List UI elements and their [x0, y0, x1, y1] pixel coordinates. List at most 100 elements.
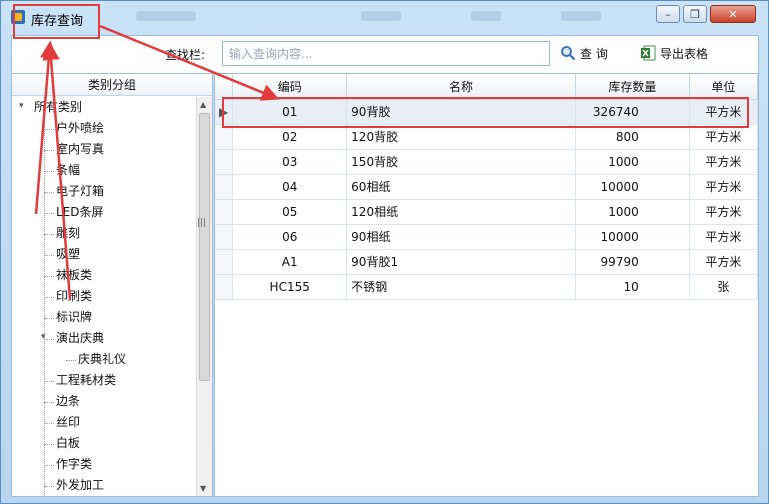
- tree-item-label: 庆典礼仪: [78, 352, 127, 366]
- tree-item[interactable]: 吸塑: [56, 244, 80, 265]
- tree-item[interactable]: 标识牌: [56, 307, 92, 328]
- cell-code[interactable]: 04: [232, 174, 348, 200]
- tree-item[interactable]: 工程耗材类: [56, 370, 116, 391]
- minimize-button[interactable]: –: [656, 5, 680, 23]
- tree-item[interactable]: 雕刻: [56, 223, 80, 244]
- scroll-thumb[interactable]: [199, 113, 210, 381]
- row-indicator-icon[interactable]: [215, 274, 234, 300]
- excel-icon: [641, 45, 656, 61]
- tree-connector: [44, 255, 54, 256]
- tree-item[interactable]: 边条: [56, 391, 80, 412]
- restore-button[interactable]: ❐: [683, 5, 707, 23]
- cell-qty[interactable]: 10000: [575, 174, 690, 200]
- tree-item[interactable]: 印刷类: [56, 286, 92, 307]
- cell-name[interactable]: 120相纸: [346, 199, 576, 225]
- export-button-label: 导出表格: [660, 46, 709, 61]
- column-header-code[interactable]: 编码: [232, 74, 348, 100]
- table-row[interactable]: 06 90相纸 10000 平方米: [215, 224, 758, 250]
- cell-unit[interactable]: 平方米: [689, 224, 758, 250]
- tree-item-label: 条幅: [56, 163, 81, 177]
- row-indicator-icon[interactable]: [215, 174, 234, 200]
- tree-item-label: 所有类别: [34, 100, 83, 114]
- row-indicator-icon[interactable]: [215, 249, 234, 275]
- cell-name[interactable]: 150背胶: [346, 149, 576, 175]
- close-button[interactable]: ✕: [710, 5, 756, 23]
- table-header-row: 编码 名称 库存数量 单位: [215, 74, 758, 100]
- search-input[interactable]: [222, 41, 550, 66]
- tree-connector: [44, 276, 54, 277]
- tree-item[interactable]: 电子灯箱: [56, 181, 104, 202]
- tree-connector: [44, 192, 54, 193]
- tree-item[interactable]: 外发加工: [56, 475, 104, 496]
- tree-item[interactable]: 室内写真: [56, 139, 104, 160]
- table-row[interactable]: 03 150背胶 1000 平方米: [215, 149, 758, 175]
- cell-code[interactable]: 06: [232, 224, 348, 250]
- table-row[interactable]: HC155 不锈钢 10 张: [215, 274, 758, 300]
- tree-connector: [44, 113, 45, 496]
- tree-item-label: 印刷类: [56, 289, 93, 303]
- tree-connector: [44, 297, 54, 298]
- tree-item[interactable]: 条幅: [56, 160, 80, 181]
- search-icon: [561, 46, 576, 61]
- tree-item-label: 作字类: [56, 457, 93, 471]
- tree-item[interactable]: 庆典礼仪: [78, 349, 126, 370]
- cell-name[interactable]: 不锈钢: [346, 274, 576, 300]
- cell-unit[interactable]: 平方米: [689, 249, 758, 275]
- tree-item-label: 雕刻: [56, 226, 81, 240]
- category-scrollbar[interactable]: ▲ ▼: [196, 97, 212, 496]
- cell-qty[interactable]: 1000: [575, 149, 690, 175]
- tree-item-label: 标识牌: [56, 310, 93, 324]
- tree-item[interactable]: 白板: [56, 433, 80, 454]
- row-indicator-icon[interactable]: [215, 149, 234, 175]
- background-title-blur: [136, 11, 196, 21]
- tree-item-label: LED条屏: [56, 205, 104, 219]
- tree-item[interactable]: 祙板类: [56, 265, 92, 286]
- scroll-down-icon[interactable]: ▼: [200, 484, 206, 493]
- cell-unit[interactable]: 平方米: [689, 199, 758, 225]
- cell-code[interactable]: 03: [232, 149, 348, 175]
- tree-connector: [44, 318, 54, 319]
- query-button-label: 查 询: [580, 46, 608, 61]
- cell-name[interactable]: 90相纸: [346, 224, 576, 250]
- cell-qty[interactable]: 99790: [575, 249, 690, 275]
- cell-qty[interactable]: 1000: [575, 199, 690, 225]
- panel-splitter[interactable]: |||: [197, 218, 211, 230]
- export-table-button[interactable]: 导出表格: [636, 42, 712, 64]
- cell-code[interactable]: 05: [232, 199, 348, 225]
- column-header-unit[interactable]: 单位: [689, 74, 758, 100]
- cell-unit[interactable]: 平方米: [689, 149, 758, 175]
- title-highlight-box: [13, 4, 100, 39]
- tree-expand-icon[interactable]: ▾: [19, 101, 24, 111]
- cell-qty[interactable]: 10: [575, 274, 690, 300]
- tree-item[interactable]: LED条屏: [56, 202, 104, 223]
- tree-item[interactable]: 户外喷绘: [56, 118, 104, 139]
- cell-unit[interactable]: 平方米: [689, 174, 758, 200]
- tree-connector: [44, 213, 54, 214]
- tree-item[interactable]: 作字类: [56, 454, 92, 475]
- cell-qty[interactable]: 10000: [575, 224, 690, 250]
- tree-item[interactable]: 所有类别: [34, 97, 82, 118]
- cell-unit[interactable]: 张: [689, 274, 758, 300]
- column-header-quantity[interactable]: 库存数量: [575, 74, 690, 100]
- table-row[interactable]: 04 60相纸 10000 平方米: [215, 174, 758, 200]
- tree-connector: [44, 486, 54, 487]
- row-indicator-icon[interactable]: [215, 199, 234, 225]
- table-row[interactable]: 05 120相纸 1000 平方米: [215, 199, 758, 225]
- cell-name[interactable]: 90背胶1: [346, 249, 576, 275]
- tree-item[interactable]: 丝印: [56, 412, 80, 433]
- tree-connector: [44, 129, 54, 130]
- cell-code[interactable]: A1: [232, 249, 348, 275]
- row-highlight-box: [222, 97, 749, 128]
- row-indicator-icon[interactable]: [215, 224, 234, 250]
- scroll-up-icon[interactable]: ▲: [200, 100, 206, 109]
- cell-name[interactable]: 60相纸: [346, 174, 576, 200]
- find-label: 查找栏:: [165, 48, 206, 62]
- column-header-name[interactable]: 名称: [346, 74, 576, 100]
- title-bar[interactable]: 库存查询 – ❐ ✕: [1, 1, 768, 35]
- tree-item[interactable]: 演出庆典: [56, 328, 104, 349]
- table-row[interactable]: A1 90背胶1 99790 平方米: [215, 249, 758, 275]
- query-button[interactable]: 查 询: [556, 42, 612, 64]
- tree-connector: [44, 381, 54, 382]
- tree-item-label: 工程耗材类: [56, 373, 117, 387]
- cell-code[interactable]: HC155: [232, 274, 348, 300]
